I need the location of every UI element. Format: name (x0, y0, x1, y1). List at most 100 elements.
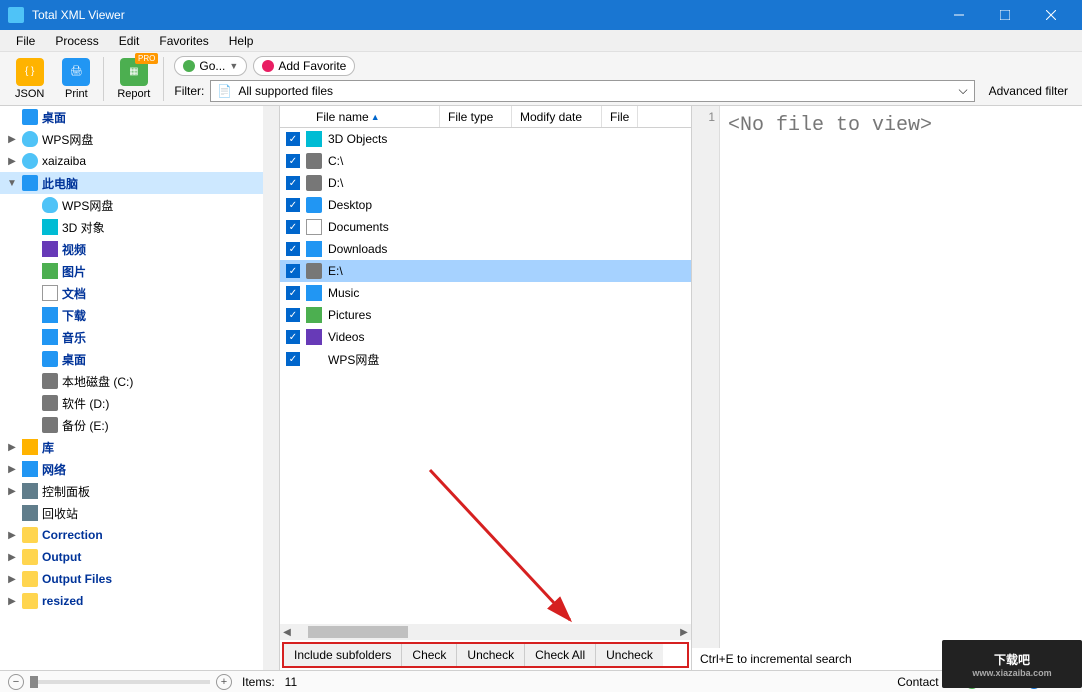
tree-item[interactable]: 本地磁盘 (C:) (0, 370, 279, 392)
expand-icon[interactable]: ▶ (6, 464, 18, 475)
expand-icon[interactable]: ▶ (6, 530, 18, 541)
tree-item[interactable]: ▶xaizaiba (0, 150, 279, 172)
close-button[interactable] (1028, 0, 1074, 30)
file-row[interactable]: ✓Pictures (280, 304, 691, 326)
folder-icon (42, 285, 58, 301)
filter-select[interactable]: 📄 All supported files ⌵ (210, 80, 974, 102)
col-filetype[interactable]: File type (440, 106, 512, 127)
advanced-filter-link[interactable]: Advanced filter (981, 84, 1076, 98)
file-row[interactable]: ✓Documents (280, 216, 691, 238)
tree-item[interactable]: ▶库 (0, 436, 279, 458)
file-row[interactable]: ✓C:\ (280, 150, 691, 172)
tree-item[interactable]: 备份 (E:) (0, 414, 279, 436)
tree-item[interactable]: 文档 (0, 282, 279, 304)
tree-item[interactable]: ▶Correction (0, 524, 279, 546)
checkbox[interactable]: ✓ (286, 308, 300, 322)
expand-icon[interactable]: ▶ (6, 486, 18, 497)
add-favorite-button[interactable]: Add Favorite (253, 56, 355, 76)
checkbox[interactable]: ✓ (286, 264, 300, 278)
checkbox[interactable]: ✓ (286, 286, 300, 300)
col-modifydate[interactable]: Modify date (512, 106, 602, 127)
file-row[interactable]: ✓Downloads (280, 238, 691, 260)
check-all-button[interactable]: Check All (525, 644, 596, 666)
print-button[interactable]: 🖨 Print (53, 54, 99, 104)
checkbox[interactable]: ✓ (286, 242, 300, 256)
tree-item[interactable]: 桌面 (0, 106, 279, 128)
checkbox[interactable]: ✓ (286, 132, 300, 146)
check-button[interactable]: Check (402, 644, 457, 666)
tree-item[interactable]: 下载 (0, 304, 279, 326)
zoom-out-button[interactable]: − (8, 674, 24, 690)
file-row[interactable]: ✓ E:\ (280, 260, 691, 282)
line-gutter: 1 (692, 106, 720, 648)
minimize-button[interactable] (936, 0, 982, 30)
tree-item[interactable]: 图片 (0, 260, 279, 282)
tree-item[interactable]: ▶Output (0, 546, 279, 568)
menu-help[interactable]: Help (219, 31, 264, 51)
file-row[interactable]: ✓Music (280, 282, 691, 304)
folder-icon (42, 263, 58, 279)
expand-icon[interactable]: ▼ (6, 178, 18, 189)
json-button[interactable]: { } JSON (6, 54, 53, 104)
maximize-button[interactable] (982, 0, 1028, 30)
tree-item[interactable]: ▶Output Files (0, 568, 279, 590)
file-list[interactable]: ✓3D Objects✓C:\✓D:\✓Desktop✓Documents✓Do… (280, 128, 691, 624)
file-row[interactable]: ✓Videos (280, 326, 691, 348)
expand-icon[interactable]: ▶ (6, 574, 18, 585)
scroll-thumb[interactable] (308, 626, 408, 638)
file-row[interactable]: ✓3D Objects (280, 128, 691, 150)
sort-asc-icon: ▲ (371, 112, 380, 122)
checkbox[interactable]: ✓ (286, 176, 300, 190)
expand-icon[interactable]: ▶ (6, 442, 18, 453)
scrollbar[interactable] (263, 106, 279, 670)
zoom-in-button[interactable]: + (216, 674, 232, 690)
tree-item[interactable]: ▶网络 (0, 458, 279, 480)
go-button[interactable]: Go... ▼ (174, 56, 247, 76)
file-icon (306, 219, 322, 235)
zoom-slider[interactable] (30, 680, 210, 684)
expand-icon[interactable]: ▶ (6, 134, 18, 145)
tree-item[interactable]: WPS网盘 (0, 194, 279, 216)
include-subfolders-button[interactable]: Include subfolders (284, 644, 402, 666)
tree-item[interactable]: ▶resized (0, 590, 279, 612)
tree-item[interactable]: 桌面 (0, 348, 279, 370)
scroll-right-icon[interactable]: ▶ (677, 627, 691, 638)
checkbox[interactable]: ✓ (286, 220, 300, 234)
folder-icon (22, 153, 38, 169)
col-filename[interactable]: File name ▲ (280, 106, 440, 127)
file-icon (306, 241, 322, 257)
folder-icon (22, 571, 38, 587)
checkbox[interactable]: ✓ (286, 154, 300, 168)
expand-icon[interactable]: ▶ (6, 596, 18, 607)
col-filesize[interactable]: File (602, 106, 638, 127)
tree-item[interactable]: 软件 (D:) (0, 392, 279, 414)
report-button[interactable]: PRO ▦ Report (108, 54, 159, 104)
horizontal-scrollbar[interactable]: ◀ ▶ (280, 624, 691, 640)
folder-tree[interactable]: 桌面▶WPS网盘▶xaizaiba▼此电脑WPS网盘3D 对象视频图片文档下载音… (0, 106, 280, 670)
tree-item[interactable]: 回收站 (0, 502, 279, 524)
menu-process[interactable]: Process (45, 31, 108, 51)
file-row[interactable]: ✓WPS网盘 (280, 348, 691, 370)
menu-edit[interactable]: Edit (109, 31, 150, 51)
tree-item[interactable]: ▶WPS网盘 (0, 128, 279, 150)
tree-item[interactable]: ▼此电脑 (0, 172, 279, 194)
checkbox[interactable]: ✓ (286, 330, 300, 344)
file-row[interactable]: ✓D:\ (280, 172, 691, 194)
tree-item[interactable]: ▶控制面板 (0, 480, 279, 502)
uncheck-button[interactable]: Uncheck (457, 644, 525, 666)
tree-item[interactable]: 3D 对象 (0, 216, 279, 238)
expand-icon[interactable]: ▶ (6, 156, 18, 167)
file-label: E:\ (328, 264, 343, 278)
menu-file[interactable]: File (6, 31, 45, 51)
file-list-header: File name ▲ File type Modify date File (280, 106, 691, 128)
checkbox[interactable]: ✓ (286, 198, 300, 212)
file-row[interactable]: ✓Desktop (280, 194, 691, 216)
expand-icon[interactable]: ▶ (6, 552, 18, 563)
checkbox[interactable]: ✓ (286, 352, 300, 366)
menu-favorites[interactable]: Favorites (149, 31, 218, 51)
tree-item[interactable]: 音乐 (0, 326, 279, 348)
uncheck-all-button[interactable]: Uncheck (596, 644, 663, 666)
folder-icon (42, 329, 58, 345)
tree-item[interactable]: 视频 (0, 238, 279, 260)
scroll-left-icon[interactable]: ◀ (280, 627, 294, 638)
